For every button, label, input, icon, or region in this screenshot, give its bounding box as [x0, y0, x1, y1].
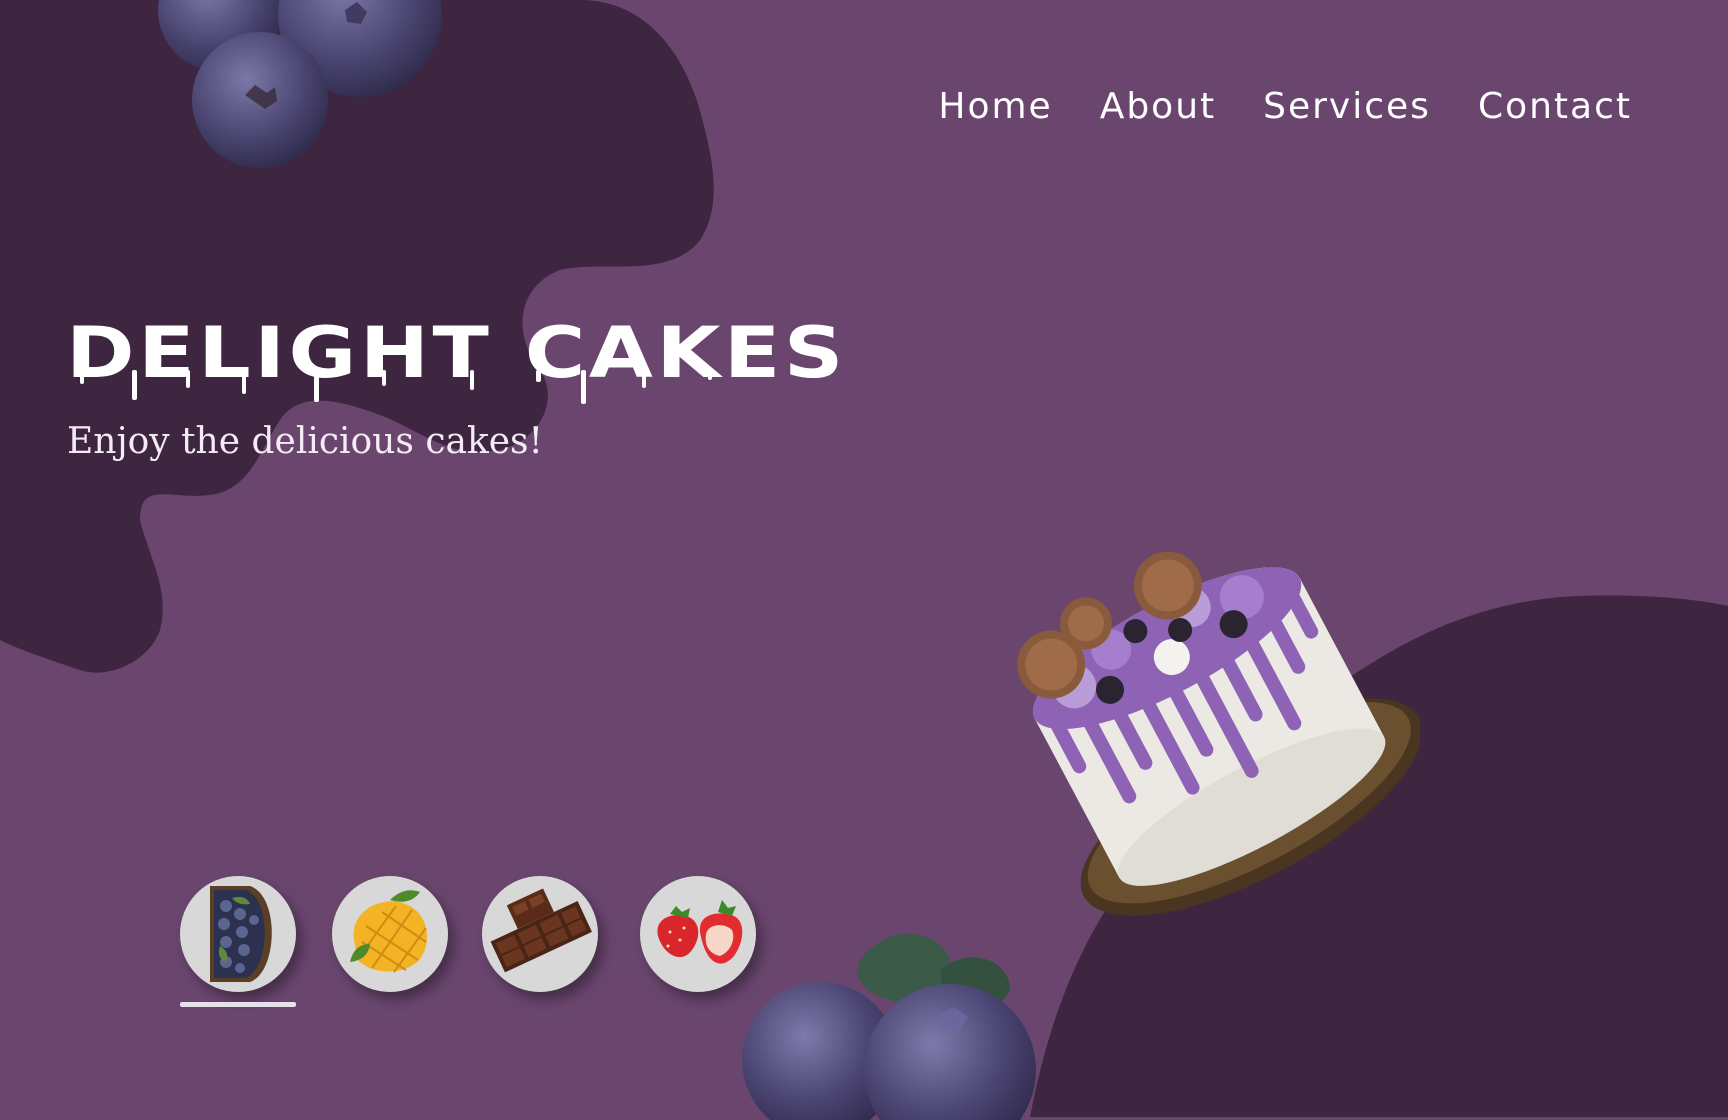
blueberry-basket-icon [210, 886, 272, 982]
flavor-strawberry-button[interactable] [640, 876, 756, 992]
mango-icon [350, 890, 428, 973]
flavor-selector [180, 876, 770, 1007]
nav-services-link[interactable]: Services [1263, 86, 1431, 127]
title-drip-decoration [80, 370, 712, 404]
flavor-chocolate-button[interactable] [482, 876, 598, 992]
blueberries-bottom-image [742, 933, 1036, 1120]
selected-flavor-indicator [180, 1002, 296, 1007]
flavor-blueberry-button[interactable] [180, 876, 296, 992]
cake-image [1017, 551, 1420, 916]
blueberries-top-image [158, 0, 442, 168]
chocolate-icon [490, 888, 592, 973]
hero-subtitle: Enjoy the delicious cakes! [67, 421, 543, 462]
nav-home-link[interactable]: Home [938, 86, 1052, 127]
flavor-mango-button[interactable] [332, 876, 448, 992]
nav-about-link[interactable]: About [1100, 86, 1216, 127]
nav-contact-link[interactable]: Contact [1478, 86, 1632, 127]
main-nav: Home About Services Contact [938, 86, 1632, 127]
strawberry-icon [657, 900, 743, 964]
